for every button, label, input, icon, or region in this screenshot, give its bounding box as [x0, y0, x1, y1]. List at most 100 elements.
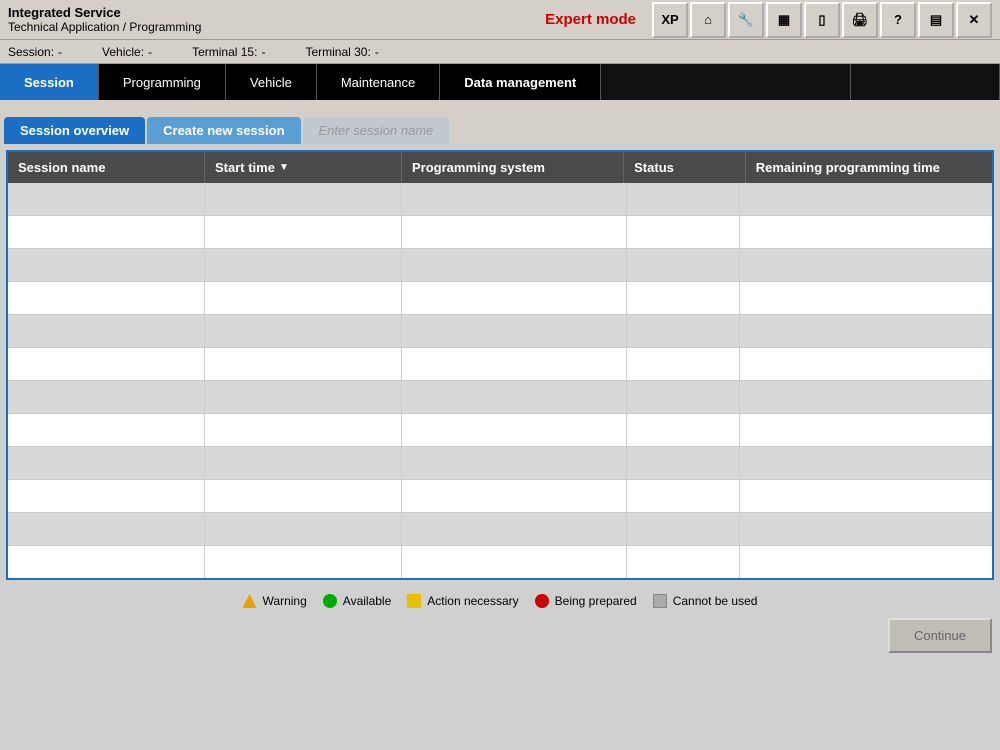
cell-session	[8, 249, 205, 281]
help-button[interactable]: ?	[880, 2, 916, 38]
cell-prog	[402, 348, 627, 380]
cannot-be-used-icon	[653, 594, 667, 608]
legend: Warning Available Action necessary Being…	[0, 586, 1000, 614]
legend-warning-label: Warning	[263, 594, 307, 608]
table-row[interactable]	[8, 480, 992, 513]
terminal15-label: Terminal 15:	[192, 45, 257, 59]
subtab-session-name-input[interactable]: Enter session name	[303, 117, 450, 144]
cell-session	[8, 546, 205, 578]
app-title-line1: Integrated Service	[8, 5, 545, 20]
cell-status	[627, 546, 740, 578]
table-row[interactable]	[8, 282, 992, 315]
cell-status	[627, 348, 740, 380]
cell-remaining	[740, 381, 992, 413]
home-button[interactable]: ⌂	[690, 2, 726, 38]
cell-prog	[402, 315, 627, 347]
tab-maintenance[interactable]: Maintenance	[317, 64, 440, 100]
legend-being-prepared: Being prepared	[535, 594, 637, 608]
legend-cannot-be-used: Cannot be used	[653, 594, 758, 608]
cell-session	[8, 282, 205, 314]
cell-status	[627, 513, 740, 545]
session-status: Session: -	[8, 45, 62, 59]
cell-status	[627, 282, 740, 314]
terminal15-value: -	[261, 45, 265, 59]
table-row[interactable]	[8, 315, 992, 348]
cell-prog	[402, 249, 627, 281]
table-row[interactable]	[8, 348, 992, 381]
cell-start	[205, 348, 402, 380]
table-row[interactable]	[8, 414, 992, 447]
cell-prog	[402, 480, 627, 512]
sort-arrow-icon: ▼	[279, 162, 289, 173]
cell-remaining	[740, 183, 992, 215]
table-row[interactable]	[8, 381, 992, 414]
table-row[interactable]	[8, 447, 992, 480]
tab-data-management[interactable]: Data management	[440, 64, 601, 100]
clipboard-button[interactable]: ▤	[918, 2, 954, 38]
cell-prog	[402, 546, 627, 578]
subtab-create-new-session[interactable]: Create new session	[147, 117, 300, 144]
col-header-remaining-time[interactable]: Remaining programming time	[746, 152, 992, 183]
cell-session	[8, 480, 205, 512]
cell-remaining	[740, 480, 992, 512]
table-row[interactable]	[8, 546, 992, 578]
col-header-status[interactable]: Status	[624, 152, 746, 183]
print-button[interactable]: 🖨	[842, 2, 878, 38]
app-title: Integrated Service Technical Application…	[8, 5, 545, 34]
cell-prog	[402, 381, 627, 413]
cell-status	[627, 381, 740, 413]
battery-button[interactable]: ▯	[804, 2, 840, 38]
col-header-session-name[interactable]: Session name	[8, 152, 205, 183]
tab-programming[interactable]: Programming	[99, 64, 226, 100]
subtab-session-overview-label: Session overview	[20, 123, 129, 138]
table-row[interactable]	[8, 249, 992, 282]
table-row[interactable]	[8, 183, 992, 216]
continue-button[interactable]: Continue	[888, 618, 992, 653]
legend-cannot-label: Cannot be used	[673, 594, 758, 608]
warning-icon	[243, 594, 257, 608]
table-row[interactable]	[8, 216, 992, 249]
cell-prog	[402, 183, 627, 215]
col-header-programming-system[interactable]: Programming system	[402, 152, 624, 183]
grid-button[interactable]: ▦	[766, 2, 802, 38]
col-header-start-time[interactable]: Start time ▼	[205, 152, 402, 183]
session-label: Session:	[8, 45, 54, 59]
legend-action-label: Action necessary	[427, 594, 518, 608]
cell-session	[8, 315, 205, 347]
cell-remaining	[740, 348, 992, 380]
cell-session	[8, 513, 205, 545]
cell-remaining	[740, 282, 992, 314]
cell-start	[205, 447, 402, 479]
table-row[interactable]	[8, 513, 992, 546]
cell-start	[205, 315, 402, 347]
cell-remaining	[740, 447, 992, 479]
tab-empty2	[851, 64, 1000, 100]
cell-start	[205, 546, 402, 578]
app-title-line2: Technical Application / Programming	[8, 20, 545, 34]
action-necessary-icon	[407, 594, 421, 608]
cell-start	[205, 183, 402, 215]
legend-action-necessary: Action necessary	[407, 594, 518, 608]
cell-status	[627, 414, 740, 446]
tools-button[interactable]: 🔧	[728, 2, 764, 38]
header: Integrated Service Technical Application…	[0, 0, 1000, 40]
terminal30-value: -	[375, 45, 379, 59]
tab-session[interactable]: Session	[0, 64, 99, 100]
expert-mode-label: Expert mode	[545, 11, 636, 28]
tab-vehicle[interactable]: Vehicle	[226, 64, 317, 100]
cell-session	[8, 381, 205, 413]
table-header: Session name Start time ▼ Programming sy…	[8, 152, 992, 183]
cell-start	[205, 480, 402, 512]
cell-remaining	[740, 546, 992, 578]
close-button[interactable]: ✕	[956, 2, 992, 38]
subtab-session-overview[interactable]: Session overview	[4, 117, 145, 144]
legend-available-label: Available	[343, 594, 391, 608]
xp-button[interactable]: XP	[652, 2, 688, 38]
cell-status	[627, 183, 740, 215]
sub-tabs: Session overview Create new session Ente…	[0, 100, 1000, 144]
cell-status	[627, 315, 740, 347]
cell-prog	[402, 513, 627, 545]
cell-session	[8, 183, 205, 215]
subtab-create-new-session-label: Create new session	[163, 123, 284, 138]
cell-status	[627, 447, 740, 479]
